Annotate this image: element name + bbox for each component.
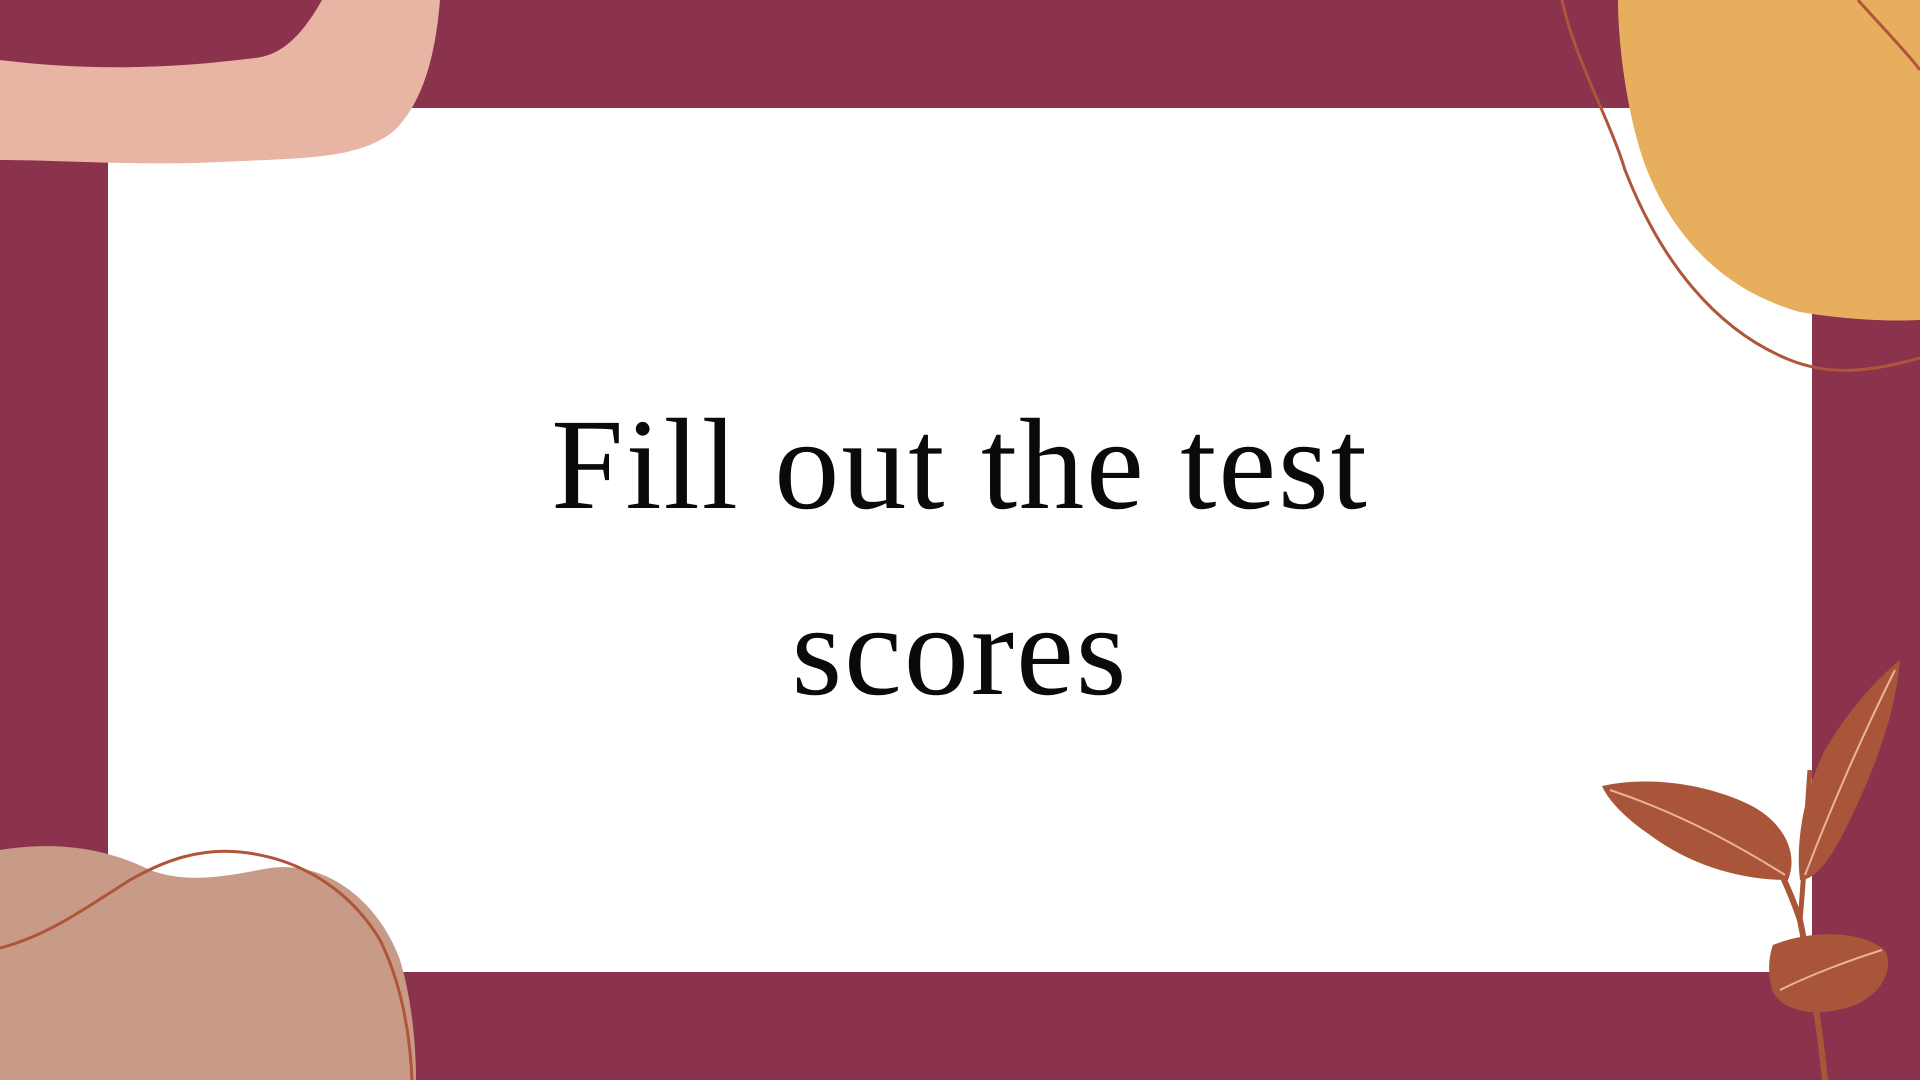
top-right-blob xyxy=(1618,0,1920,321)
top-left-blob xyxy=(0,0,440,164)
leaf-branch-icon xyxy=(1602,660,1900,1080)
slide-title-line-2: scores xyxy=(791,579,1129,723)
slide-title-line-1: Fill out the test xyxy=(551,393,1369,537)
slide-title: Fill out the test scores xyxy=(380,372,1540,744)
bottom-left-blob xyxy=(0,846,416,1080)
